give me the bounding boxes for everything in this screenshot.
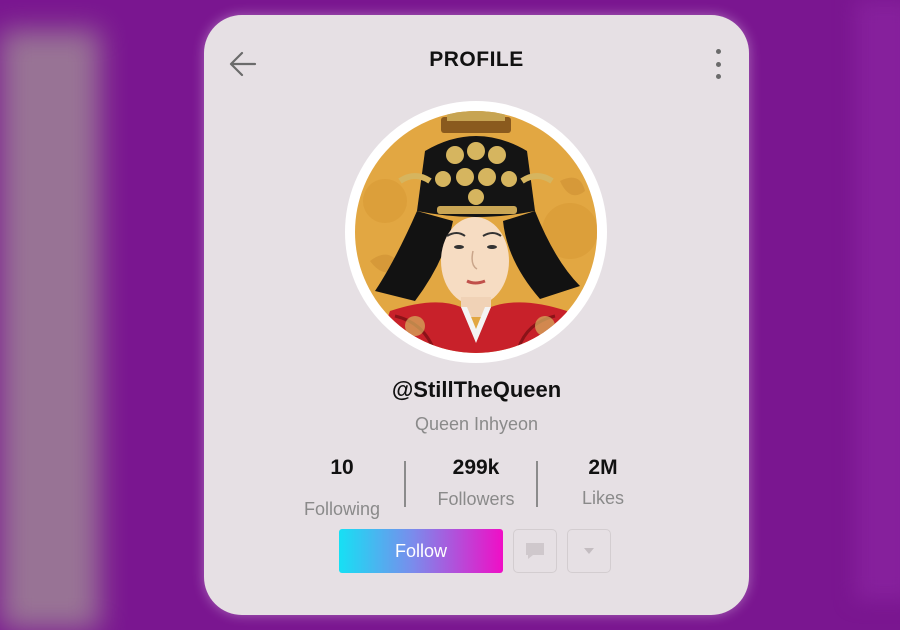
- stat-followers-label: Followers: [437, 489, 515, 509]
- blurred-background-right: [855, 0, 900, 600]
- more-vertical-icon: [715, 49, 721, 54]
- stats-divider: [404, 461, 406, 507]
- follow-button[interactable]: Follow: [339, 529, 503, 573]
- profile-display-name: Queen Inhyeon: [414, 414, 539, 434]
- caret-down-icon: [584, 548, 594, 554]
- stat-followers-value: 299k: [452, 456, 500, 479]
- stat-likes-label: Likes: [581, 488, 625, 508]
- message-button[interactable]: [513, 529, 557, 573]
- stat-likes-value: 2M: [588, 456, 618, 479]
- profile-handle: @StillTheQueen: [391, 377, 562, 402]
- blurred-background-left: [0, 30, 100, 630]
- stat-following-label: Following: [303, 499, 381, 519]
- profile-card: PROFILE @StillTheQueen Queen Inhyeon 10 …: [204, 15, 749, 615]
- options-dropdown-button[interactable]: [567, 529, 611, 573]
- stats-divider: [536, 461, 538, 507]
- stat-following-value: 10: [330, 456, 354, 479]
- page-title: PROFILE: [429, 48, 524, 71]
- avatar-image: [355, 111, 597, 353]
- message-icon: [526, 543, 544, 559]
- more-options-button[interactable]: [706, 49, 730, 79]
- avatar: [345, 101, 607, 363]
